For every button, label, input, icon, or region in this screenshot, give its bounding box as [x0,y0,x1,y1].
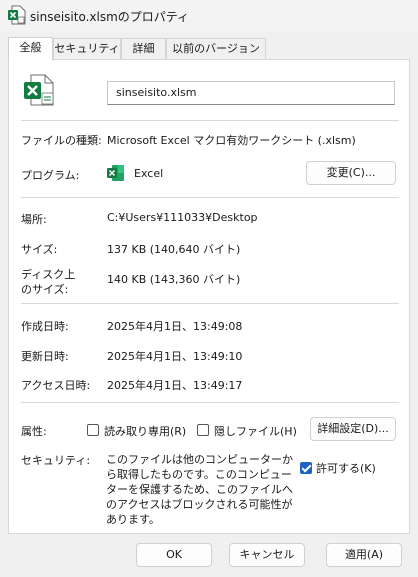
apply-button[interactable]: 適用(A) [326,543,402,567]
disk-size-value: 140 KB (143,360 バイト) [107,273,241,286]
tab-previous-versions[interactable]: 以前のバージョン [166,38,266,59]
cancel-button[interactable]: キャンセル [229,543,305,567]
file-type-label: ファイルの種類: [21,134,102,147]
disk-size-label-line2: のサイズ: [21,283,69,296]
location-label: 場所: [21,213,47,226]
filename-input[interactable]: sinseisito.xlsm [107,81,395,105]
advanced-attributes-button[interactable]: 詳細設定(D)... [310,417,396,441]
modified-value: 2025年4月1日、13:49:10 [107,350,243,363]
unblock-label[interactable]: 許可する(K) [316,460,376,476]
divider [21,197,399,198]
title-bar: sinseisito.xlsmのプロパティ [0,0,418,32]
size-value: 137 KB (140,640 バイト) [107,243,241,256]
ok-button[interactable]: OK [136,543,212,567]
created-value: 2025年4月1日、13:49:08 [107,320,243,333]
created-label: 作成日時: [21,320,69,333]
unblock-checkbox[interactable] [300,462,312,474]
accessed-label: アクセス日時: [21,379,91,392]
program-value: Excel [134,167,164,180]
general-panel: sinseisito.xlsm ファイルの種類: Microsoft Excel… [8,59,410,534]
security-label: セキュリティ: [21,454,91,467]
tab-security[interactable]: セキュリティ [53,38,121,59]
accessed-value: 2025年4月1日、13:49:17 [107,379,243,392]
tab-details[interactable]: 詳細 [121,38,166,59]
tab-general[interactable]: 全般 [8,37,53,61]
program-label: プログラム: [21,169,80,182]
change-program-button[interactable]: 変更(C)... [306,161,396,185]
location-value: C:¥Users¥111033¥Desktop [107,211,258,224]
size-label: サイズ: [21,243,58,256]
modified-label: 更新日時: [21,350,69,363]
excel-file-icon [8,5,26,25]
window-title: sinseisito.xlsmのプロパティ [30,10,190,24]
excel-app-icon [107,165,124,181]
security-warning-text: このファイルは他のコンピューターから取得したものです。このコンピューターを保護す… [106,453,293,526]
divider [21,402,399,403]
hidden-checkbox[interactable] [197,424,209,436]
attributes-label: 属性: [21,425,47,438]
excel-file-large-icon [24,74,54,106]
divider [21,303,399,304]
divider [21,120,399,121]
readonly-checkbox[interactable] [87,424,99,436]
file-type-value: Microsoft Excel マクロ有効ワークシート (.xlsm) [107,134,356,147]
readonly-label[interactable]: 読み取り専用(R) [104,423,186,439]
disk-size-label-line1: ディスク上 [21,268,76,281]
hidden-label[interactable]: 隠しファイル(H) [214,423,297,439]
